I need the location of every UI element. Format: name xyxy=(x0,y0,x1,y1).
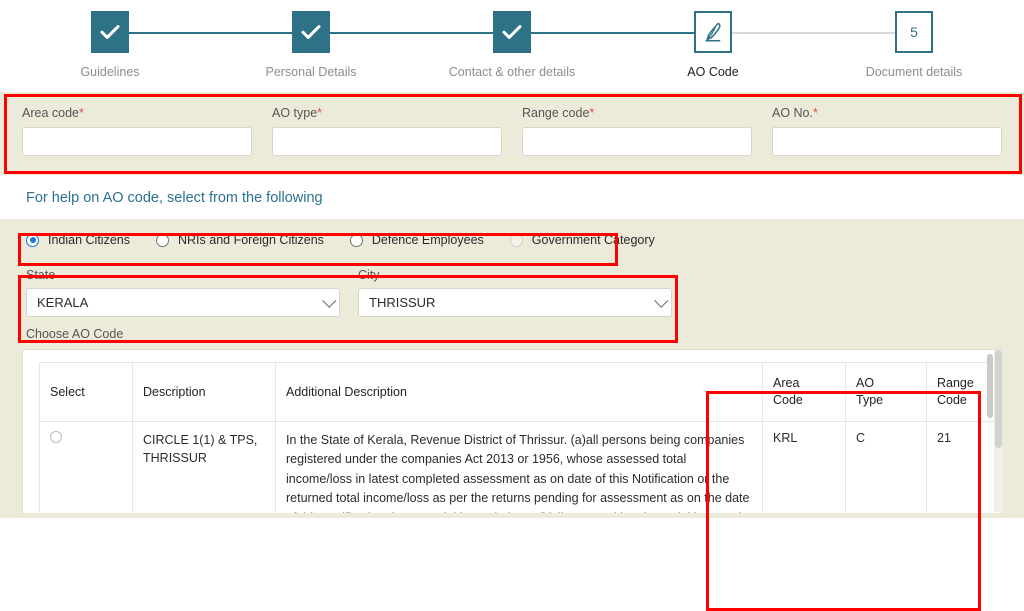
radio-button-icon[interactable] xyxy=(156,233,169,247)
radio-nris-foreign-citizens[interactable]: NRIs and Foreign Citizens xyxy=(156,233,324,247)
radio-indian-citizens[interactable]: Indian Citizens xyxy=(26,233,130,247)
category-radio-group: Indian Citizens NRIs and Foreign Citizen… xyxy=(26,233,655,247)
step-ao-code-label: AO Code xyxy=(687,65,739,79)
radio-nris-foreign-citizens-label: NRIs and Foreign Citizens xyxy=(178,233,324,247)
step-contact-details-box[interactable] xyxy=(493,11,531,53)
check-icon xyxy=(100,24,120,40)
table-row[interactable]: CIRCLE 1(1) & TPS, THRISSUR In the State… xyxy=(39,421,1001,513)
state-selected-value: KERALA xyxy=(37,295,89,310)
field-ao-no: AO No.* xyxy=(772,106,1002,156)
header-additional-description: Additional Description xyxy=(275,362,763,422)
required-asterisk: * xyxy=(813,106,818,120)
ao-code-form: Area code* AO type* Range code* AO No.* xyxy=(0,92,1024,175)
range-code-input[interactable] xyxy=(522,127,752,156)
required-asterisk: * xyxy=(589,106,595,120)
city-label: City xyxy=(358,268,380,282)
step-personal-details-box[interactable] xyxy=(292,11,330,53)
radio-defence-employees-label: Defence Employees xyxy=(371,233,484,247)
step-ao-code[interactable]: AO Code xyxy=(649,0,777,79)
radio-button-icon[interactable] xyxy=(26,233,39,247)
radio-government-category-label: Government Category xyxy=(531,233,655,247)
city-selected-value: THRISSUR xyxy=(369,295,436,310)
row-select-cell[interactable] xyxy=(39,421,133,513)
required-asterisk: * xyxy=(78,106,84,120)
header-ao-type-line2: Type xyxy=(856,393,884,407)
table-scrollbar[interactable] xyxy=(994,350,1002,512)
field-range-code: Range code* xyxy=(522,106,752,156)
step-guidelines-box[interactable] xyxy=(91,11,129,53)
ao-code-table: Select Description Additional Descriptio… xyxy=(39,362,1001,513)
table-inner-scrollbar-thumb[interactable] xyxy=(987,354,993,418)
field-area-code-label-text: Area code xyxy=(22,106,79,120)
step-personal-details-label: Personal Details xyxy=(265,65,357,79)
table-header-row: Select Description Additional Descriptio… xyxy=(39,362,1001,422)
required-asterisk: * xyxy=(317,106,323,120)
choose-ao-code-label: Choose AO Code xyxy=(26,327,124,341)
step-document-details[interactable]: 5 Document details xyxy=(850,0,978,79)
header-select: Select xyxy=(39,362,133,422)
ao-code-table-card: Select Description Additional Descriptio… xyxy=(22,349,1002,513)
step-guidelines-label: Guidelines xyxy=(80,65,140,79)
radio-government-category[interactable]: Government Category xyxy=(509,233,655,247)
ao-code-table-area: Choose AO Code Select Description Additi… xyxy=(0,322,1024,518)
radio-button-icon[interactable] xyxy=(349,233,363,247)
step-guidelines[interactable]: Guidelines xyxy=(46,0,174,79)
ao-code-page: Guidelines Personal Details Contact & ot… xyxy=(0,0,1024,611)
field-ao-type-label: AO type* xyxy=(272,106,502,120)
field-ao-type: AO type* xyxy=(272,106,502,156)
header-area-code-line2: Code xyxy=(773,393,803,407)
header-area-code-line1: Area xyxy=(773,376,800,391)
field-ao-type-label-text: AO type xyxy=(272,106,318,120)
table-inner-scrollbar[interactable] xyxy=(987,354,993,509)
ao-help-strip: For help on AO code, select from the fol… xyxy=(0,175,1024,219)
row-description: CIRCLE 1(1) & TPS, THRISSUR xyxy=(132,421,276,513)
field-area-code: Area code* xyxy=(22,106,252,156)
chevron-down-icon xyxy=(322,293,337,308)
table-scrollbar-thumb[interactable] xyxy=(995,350,1002,448)
field-range-code-label-text: Range code xyxy=(522,106,590,120)
ao-no-input[interactable] xyxy=(772,127,1002,156)
ao-help-text: For help on AO code, select from the fol… xyxy=(26,190,323,206)
radio-button-icon[interactable] xyxy=(509,233,523,247)
state-select[interactable]: KERALA xyxy=(26,288,340,317)
header-area-code: Area Code xyxy=(762,362,846,422)
step-ao-code-box[interactable] xyxy=(694,11,732,53)
progress-stepper: Guidelines Personal Details Contact & ot… xyxy=(0,0,1024,92)
chevron-down-icon xyxy=(654,293,669,308)
row-radio-button-icon[interactable] xyxy=(50,431,62,443)
step-document-details-label: Document details xyxy=(865,65,963,79)
category-radio-band: Indian Citizens NRIs and Foreign Citizen… xyxy=(0,219,1024,260)
step-contact-details[interactable]: Contact & other details xyxy=(448,0,576,79)
field-area-code-label: Area code* xyxy=(22,106,252,120)
step-number: 5 xyxy=(910,24,918,40)
step-contact-details-label: Contact & other details xyxy=(448,65,576,79)
field-ao-no-label-text: AO No. xyxy=(772,106,813,120)
field-range-code-label: Range code* xyxy=(522,106,752,120)
step-personal-details[interactable]: Personal Details xyxy=(247,0,375,79)
ao-type-input[interactable] xyxy=(272,127,502,156)
state-label: State xyxy=(26,268,56,282)
pen-icon xyxy=(702,21,724,43)
field-ao-no-label: AO No.* xyxy=(772,106,1002,120)
radio-defence-employees[interactable]: Defence Employees xyxy=(349,233,484,247)
radio-indian-citizens-label: Indian Citizens xyxy=(48,233,130,247)
area-code-input[interactable] xyxy=(22,127,252,156)
row-area-code: KRL xyxy=(762,421,846,513)
header-description: Description xyxy=(132,362,276,422)
field-state: State KERALA xyxy=(26,268,340,317)
header-ao-type-line1: AO xyxy=(856,376,875,391)
field-city: City THRISSUR xyxy=(358,268,672,317)
location-selectors: State KERALA City THRISSUR xyxy=(0,260,1024,322)
city-select[interactable]: THRISSUR xyxy=(358,288,672,317)
check-icon xyxy=(502,24,522,40)
step-document-details-box[interactable]: 5 xyxy=(895,11,933,53)
row-additional-description: In the State of Kerala, Revenue District… xyxy=(275,421,763,513)
header-ao-type: AO Type xyxy=(845,362,927,422)
check-icon xyxy=(301,24,321,40)
row-ao-type: C xyxy=(845,421,927,513)
